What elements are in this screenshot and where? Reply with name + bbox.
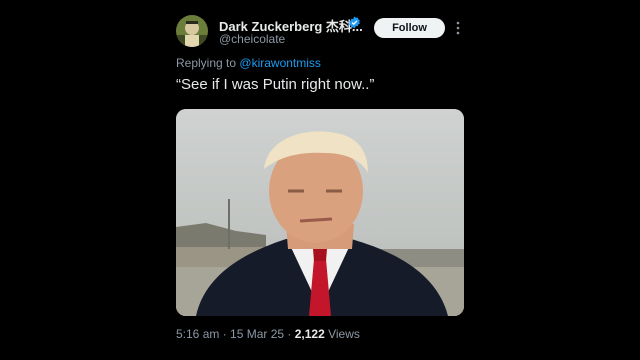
tweet-meta: 5:16 am · 15 Mar 25 · 2,122 Views — [176, 327, 360, 341]
reply-context: Replying to @kirawontmiss — [176, 56, 321, 70]
views-count: 2,122 — [294, 327, 325, 341]
handle[interactable]: @cheicolate — [219, 32, 285, 46]
reply-prefix: Replying to — [176, 56, 237, 70]
views-label: Views — [324, 327, 360, 341]
reply-mention-link[interactable]: @kirawontmiss — [239, 56, 321, 70]
avatar-image — [176, 15, 208, 47]
tweet-text: “See if I was Putin right now..” — [176, 76, 375, 93]
tweet-media[interactable] — [176, 109, 464, 316]
avatar[interactable] — [176, 15, 208, 47]
meta-separator: · — [284, 327, 295, 341]
follow-button[interactable]: Follow — [374, 18, 445, 38]
more-vertical-icon[interactable] — [454, 20, 462, 36]
meta-separator: · — [219, 327, 231, 341]
tweet-time[interactable]: 5:16 am — [176, 327, 219, 341]
media-image — [176, 109, 464, 316]
verified-badge-icon — [349, 16, 360, 29]
tweet-date[interactable]: 15 Mar 25 — [230, 327, 284, 341]
